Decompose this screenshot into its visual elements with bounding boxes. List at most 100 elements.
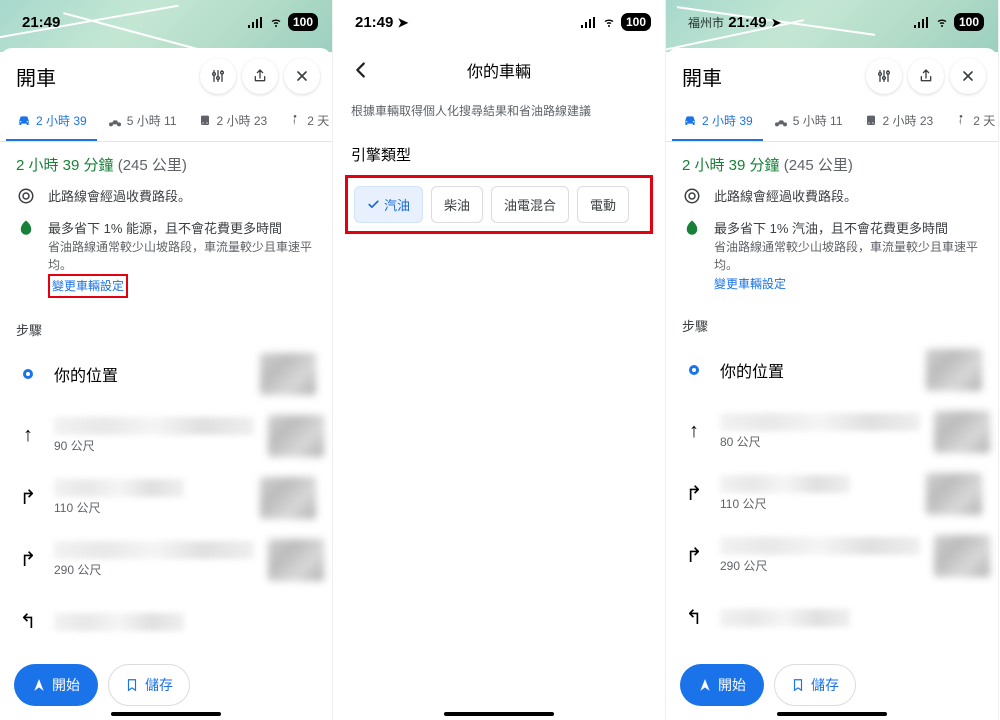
step-1[interactable]: ↑ 80 公尺 — [666, 401, 998, 463]
footer-actions: 開始 儲存 — [666, 654, 998, 720]
start-button[interactable]: 開始 — [14, 664, 98, 706]
street-thumb[interactable] — [260, 353, 316, 395]
close-button[interactable] — [284, 58, 320, 94]
distance: (245 公里) — [784, 157, 853, 174]
close-button[interactable] — [950, 58, 986, 94]
share-button[interactable] — [242, 58, 278, 94]
toll-info: 此路線會經過收費路段。 — [666, 181, 998, 213]
step-1[interactable]: ↑ 90 公尺 — [0, 405, 332, 467]
tab-drive[interactable]: 2 小時 39 — [6, 104, 97, 141]
toll-info: 此路線會經過收費路段。 — [0, 181, 332, 213]
phone-middle: 21:49 ➤ 100 你的車輛 根據車輛取得個人化搜尋結果和省油路線建議 引擎… — [333, 0, 666, 720]
step-2[interactable]: ↱ 110 公尺 — [0, 467, 332, 529]
tab-motorcycle[interactable]: 5 小時 11 — [97, 104, 187, 141]
origin-dot-icon — [23, 369, 33, 379]
mode-tabs: 2 小時 39 5 小時 11 2 小時 23 2 天 — [666, 100, 998, 142]
sheet-title: 開車 — [16, 62, 194, 91]
location-arrow-icon: ➤ — [398, 15, 409, 30]
origin-label: 你的位置 — [54, 368, 118, 385]
nav-header: 你的車輛 — [333, 44, 665, 96]
clock: 21:49 — [728, 14, 766, 31]
battery-icon: 100 — [288, 13, 318, 31]
straight-arrow-icon: ↑ — [682, 420, 706, 443]
turn-right-icon: ↱ — [682, 543, 706, 568]
chip-hybrid[interactable]: 油電混合 — [491, 186, 569, 223]
distance: (245 公里) — [118, 157, 187, 174]
wifi-icon — [268, 16, 284, 28]
step-3[interactable]: ↱ 290 公尺 — [666, 525, 998, 587]
tab-transit[interactable]: 2 小時 23 — [187, 104, 278, 141]
change-vehicle-link[interactable]: 變更車輛設定 — [714, 277, 786, 291]
tab-walk[interactable]: 2 天 — [943, 104, 998, 141]
change-vehicle-link[interactable]: 變更車輛設定 — [52, 279, 124, 293]
cell-signal-icon — [914, 17, 930, 28]
step-3[interactable]: ↱ 290 公尺 — [0, 529, 332, 591]
engine-options: 汽油 柴油 油電混合 電動 — [354, 186, 644, 223]
save-button[interactable]: 儲存 — [108, 664, 190, 706]
step-4[interactable]: ↰ — [666, 587, 998, 649]
eco-info: 最多省下 1% 汽油，且不會花費更多時間 省油路線通常較少山坡路段，車流量較少且… — [666, 213, 998, 300]
cell-signal-icon — [248, 17, 264, 28]
steps-label: 步驟 — [0, 304, 332, 343]
options-button[interactable] — [200, 58, 236, 94]
location-text: 福州市 — [688, 16, 724, 30]
street-thumb[interactable] — [926, 349, 982, 391]
directions-sheet: 開車 2 小時 39 5 小時 11 2 小時 23 2 天 2 小時 39 分… — [666, 48, 998, 720]
origin-label: 你的位置 — [720, 364, 784, 381]
options-button[interactable] — [866, 58, 902, 94]
turn-right-icon: ↱ — [16, 485, 40, 510]
engine-type-label: 引擎類型 — [333, 120, 665, 175]
status-bar: 21:49 100 — [0, 0, 332, 44]
home-indicator — [111, 712, 221, 716]
tab-drive[interactable]: 2 小時 39 — [672, 104, 763, 141]
tab-motorcycle[interactable]: 5 小時 11 — [763, 104, 853, 141]
eco-sub: 省油路線通常較少山坡路段，車流量較少且車速平均。 — [48, 238, 316, 274]
street-thumb[interactable] — [268, 539, 324, 581]
street-thumb[interactable] — [268, 415, 324, 457]
directions-sheet: 開車 2 小時 39 5 小時 11 2 小時 23 2 天 2 小時 39 分… — [0, 48, 332, 720]
battery-icon: 100 — [954, 13, 984, 31]
duration: 2 小時 39 分鐘 — [16, 157, 114, 174]
start-button[interactable]: 開始 — [680, 664, 764, 706]
steps-label: 步驟 — [666, 300, 998, 339]
mode-tabs: 2 小時 39 5 小時 11 2 小時 23 2 天 — [0, 100, 332, 142]
clock: 21:49 — [22, 14, 60, 31]
sheet-title: 開車 — [682, 62, 860, 91]
step-origin[interactable]: 你的位置 — [666, 339, 998, 401]
share-button[interactable] — [908, 58, 944, 94]
cell-signal-icon — [581, 17, 597, 28]
eco-headline: 最多省下 1% 能源，且不會花費更多時間 — [48, 219, 316, 239]
step-4[interactable]: ↰ — [0, 591, 332, 653]
status-bar: 21:49 ➤ 100 — [333, 0, 665, 44]
battery-icon: 100 — [621, 13, 651, 31]
turn-left-icon: ↰ — [682, 605, 706, 630]
step-2[interactable]: ↱ 110 公尺 — [666, 463, 998, 525]
street-thumb[interactable] — [934, 535, 990, 577]
street-thumb[interactable] — [926, 473, 982, 515]
home-indicator — [777, 712, 887, 716]
wifi-icon — [601, 16, 617, 28]
page-title: 你的車輛 — [333, 58, 665, 82]
clock: 21:49 — [355, 14, 393, 31]
save-button[interactable]: 儲存 — [774, 664, 856, 706]
chip-diesel[interactable]: 柴油 — [431, 186, 483, 223]
step-origin[interactable]: 你的位置 — [0, 343, 332, 405]
street-thumb[interactable] — [260, 477, 316, 519]
tab-transit[interactable]: 2 小時 23 — [853, 104, 944, 141]
duration: 2 小時 39 分鐘 — [682, 157, 780, 174]
tab-walk[interactable]: 2 天 — [277, 104, 332, 141]
origin-dot-icon — [689, 365, 699, 375]
eco-headline: 最多省下 1% 汽油，且不會花費更多時間 — [714, 219, 982, 239]
chip-gasoline[interactable]: 汽油 — [354, 186, 423, 223]
chip-electric[interactable]: 電動 — [577, 186, 629, 223]
eco-sub: 省油路線通常較少山坡路段，車流量較少且車速平均。 — [714, 238, 982, 274]
eco-info: 最多省下 1% 能源，且不會花費更多時間 省油路線通常較少山坡路段，車流量較少且… — [0, 213, 332, 304]
wifi-icon — [934, 16, 950, 28]
route-summary: 2 小時 39 分鐘 (245 公里) — [0, 142, 332, 181]
status-bar: 福州市 21:49 ➤ 100 — [666, 0, 998, 44]
turn-left-icon: ↰ — [16, 609, 40, 634]
phone-right: 福州市 21:49 ➤ 100 開車 2 小時 39 5 小時 11 2 小時 … — [666, 0, 999, 720]
street-thumb[interactable] — [934, 411, 990, 453]
location-arrow-icon: ➤ — [771, 15, 782, 30]
page-description: 根據車輛取得個人化搜尋結果和省油路線建議 — [333, 96, 665, 120]
